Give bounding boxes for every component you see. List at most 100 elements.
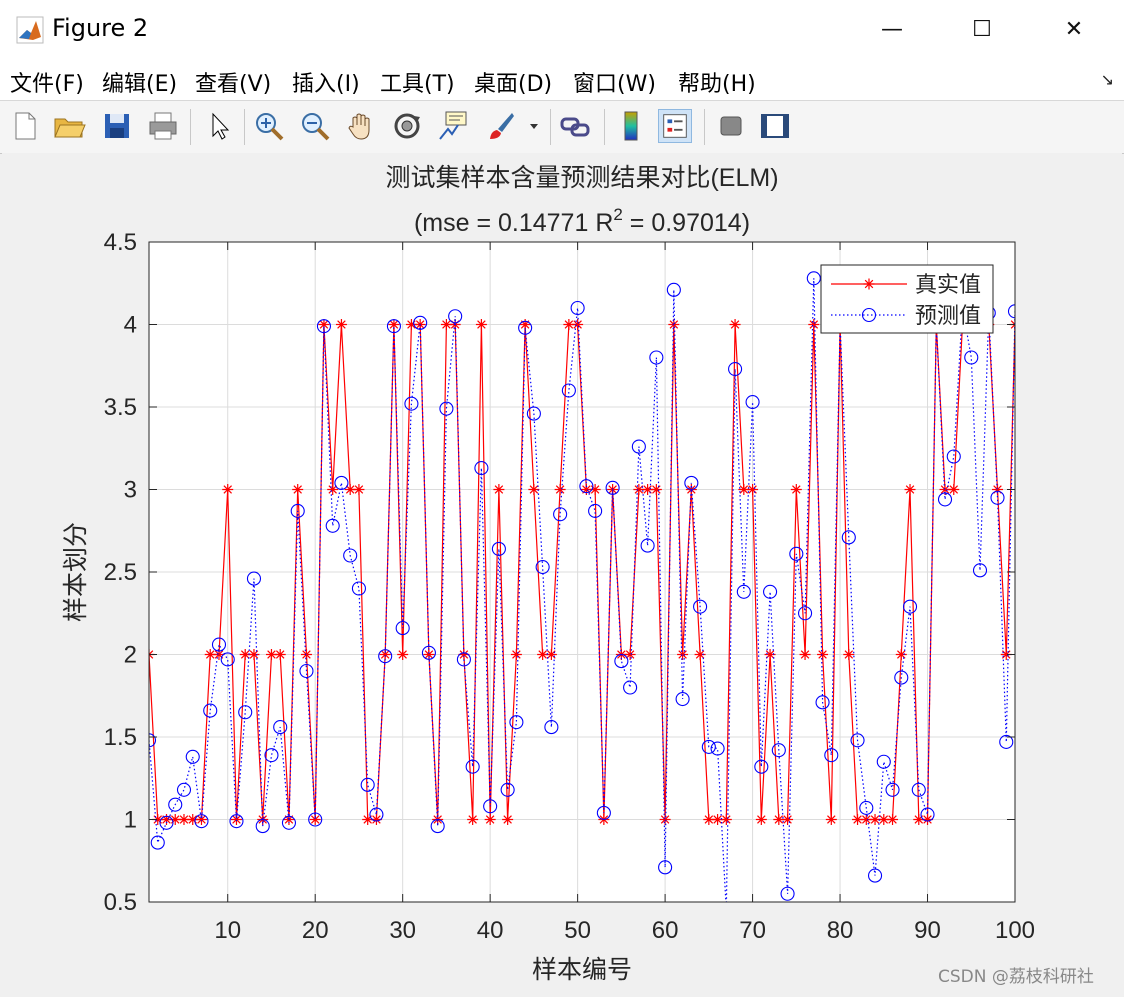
data-point: [292, 484, 304, 495]
title-bar: Figure 2 — ☐ ✕: [0, 0, 1124, 58]
colorbar-icon[interactable]: [614, 109, 648, 143]
data-point: [694, 649, 706, 660]
toolbar: [0, 100, 1124, 154]
pan-icon[interactable]: [344, 109, 378, 143]
data-point: [493, 484, 505, 495]
y-tick-label: 1.5: [104, 724, 137, 751]
menu-edit[interactable]: 编辑(E): [102, 66, 177, 98]
data-point: [904, 484, 916, 495]
menu-tools[interactable]: 工具(T): [380, 66, 455, 98]
toolbar-separator: [190, 109, 191, 145]
data-point: [248, 649, 260, 660]
pointer-icon[interactable]: [202, 109, 236, 143]
data-point: [677, 649, 689, 660]
link-plot-icon[interactable]: [558, 109, 592, 143]
hide-plot-tools-icon[interactable]: [714, 109, 748, 143]
x-tick-label: 70: [739, 917, 766, 944]
menu-desktop[interactable]: 桌面(D): [474, 66, 552, 98]
minimize-button[interactable]: —: [864, 6, 920, 52]
data-point: [353, 484, 365, 495]
data-point: [817, 649, 829, 660]
data-point: [309, 814, 321, 825]
data-point: [799, 649, 811, 660]
x-tick-label: 30: [389, 917, 416, 944]
data-point: [589, 484, 601, 495]
maximize-button[interactable]: ☐: [954, 6, 1010, 52]
window-title: Figure 2: [52, 14, 149, 42]
data-point: [790, 484, 802, 495]
data-point: [554, 484, 566, 495]
y-tick-label: 4.5: [104, 229, 137, 256]
chevron-down-icon[interactable]: [526, 109, 542, 143]
y-tick-label: 3.5: [104, 394, 137, 421]
data-point: [572, 319, 584, 330]
data-cursor-icon[interactable]: [436, 109, 470, 143]
data-point: [650, 484, 662, 495]
menu-overflow-icon[interactable]: ↘: [1101, 70, 1114, 89]
menu-insert[interactable]: 插入(I): [292, 66, 360, 98]
toolbar-separator: [704, 109, 705, 145]
chart-area: 10 20 30 40 50 60 70 80 90 100 0.5 1 1.5 2 2.5 3 3.5 4 4.5…: [62, 164, 1035, 984]
x-tick-label: 80: [827, 917, 854, 944]
data-point: [747, 484, 759, 495]
toolbar-separator: [550, 109, 551, 145]
new-file-icon[interactable]: [8, 109, 42, 143]
y-tick-label: 2: [124, 642, 137, 669]
y-tick-label: 4: [124, 312, 137, 339]
toolbar-separator: [244, 109, 245, 145]
data-point: [992, 484, 1004, 495]
x-tick-label: 60: [652, 917, 679, 944]
data-point: [887, 814, 899, 825]
data-point: [755, 814, 767, 825]
menu-view[interactable]: 查看(V): [195, 66, 271, 98]
zoom-out-icon[interactable]: [298, 109, 332, 143]
print-icon[interactable]: [146, 109, 180, 143]
matlab-logo-icon: [16, 16, 44, 44]
zoom-in-icon[interactable]: [252, 109, 286, 143]
y-tick-label: 1: [124, 807, 137, 834]
legend-label: 真实值: [915, 272, 981, 297]
data-point: [782, 814, 794, 825]
x-tick-label: 20: [302, 917, 329, 944]
brush-icon[interactable]: [484, 109, 518, 143]
data-point: [808, 319, 820, 330]
data-point: [720, 814, 732, 825]
x-tick-label: 10: [214, 917, 241, 944]
y-tick-label: 0.5: [104, 889, 137, 916]
chart-subtitle: (mse = 0.14771 R2 = 0.97014): [414, 205, 750, 237]
menu-window[interactable]: 窗口(W): [573, 66, 656, 98]
open-folder-icon[interactable]: [52, 109, 86, 143]
data-point: [397, 649, 409, 660]
chart-title: 测试集样本含量预测结果对比(ELM): [385, 164, 778, 192]
data-point: [729, 319, 741, 330]
data-point: [825, 814, 837, 825]
legend-icon[interactable]: [658, 109, 692, 143]
data-point: [274, 649, 286, 660]
data-point: [484, 814, 496, 825]
y-axis-label: 样本划分: [62, 522, 90, 622]
x-axis-label: 样本编号: [532, 956, 632, 984]
data-point: [510, 649, 522, 660]
save-icon[interactable]: [100, 109, 134, 143]
data-point: [843, 649, 855, 660]
data-point: [720, 904, 733, 917]
toolbar-separator: [604, 109, 605, 145]
data-point: [659, 814, 671, 825]
y-tick-label: 3: [124, 477, 137, 504]
menu-bar: 文件(F) 编辑(E) 查看(V) 插入(I) 工具(T) 桌面(D) 窗口(W…: [0, 58, 1124, 100]
y-tick-label: 2.5: [104, 559, 137, 586]
data-point: [624, 649, 636, 660]
x-tick-label: 100: [995, 917, 1035, 944]
rotate-3d-icon[interactable]: [390, 109, 424, 143]
data-point: [948, 484, 960, 495]
close-button[interactable]: ✕: [1046, 6, 1102, 52]
data-point: [300, 649, 312, 660]
figure-canvas: 10 20 30 40 50 60 70 80 90 100 0.5 1 1.5 2 2.5 3 3.5 4 4.5…: [2, 153, 1122, 993]
x-tick-label: 50: [564, 917, 591, 944]
menu-help[interactable]: 帮助(H): [678, 66, 756, 98]
legend-label: 预测值: [915, 303, 981, 328]
show-plot-tools-icon[interactable]: [758, 109, 792, 143]
menu-file[interactable]: 文件(F): [10, 66, 84, 98]
x-tick-label: 90: [914, 917, 941, 944]
x-tick-label: 40: [477, 917, 504, 944]
